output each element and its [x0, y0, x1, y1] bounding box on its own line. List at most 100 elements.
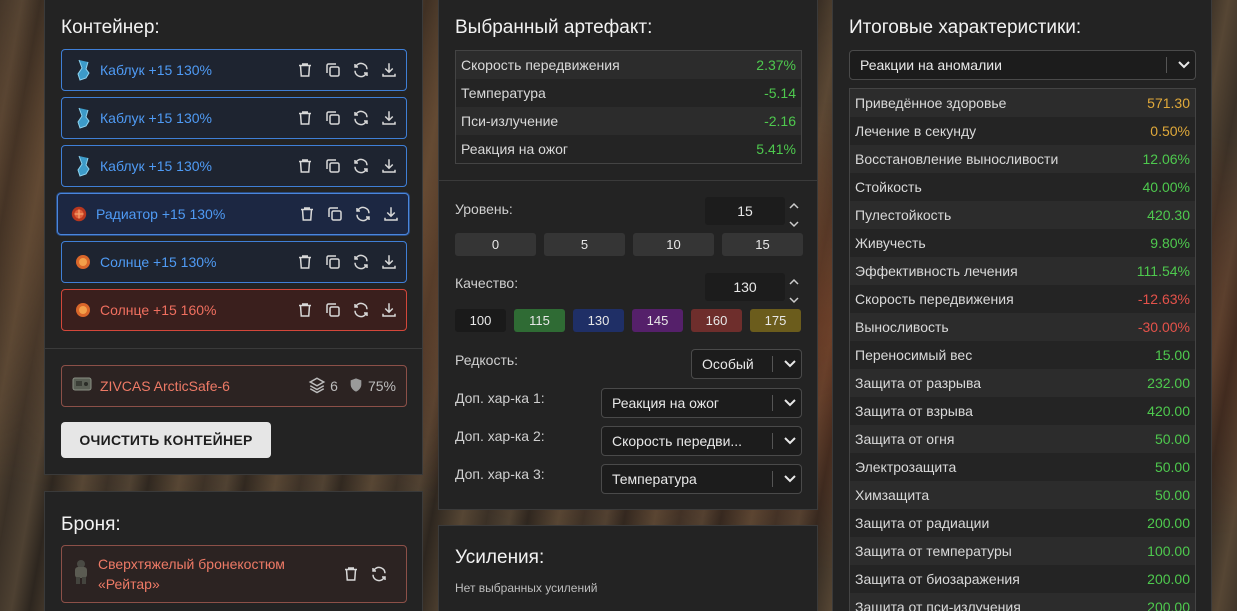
stat-value: 200.00: [1147, 571, 1190, 587]
copy-icon[interactable]: [324, 109, 342, 127]
extra2-select[interactable]: Скорость передви...: [601, 426, 802, 456]
chevron-down-icon[interactable]: [1173, 61, 1195, 69]
stat-name: Защита от пси-излучения: [855, 599, 1021, 611]
copy-icon[interactable]: [324, 253, 342, 271]
quality-preset-button[interactable]: 115: [514, 309, 565, 332]
stat-row: Выносливость -30.00%: [850, 313, 1195, 341]
chevron-down-icon[interactable]: [789, 215, 799, 233]
level-preset-button[interactable]: 10: [633, 233, 714, 256]
selected-artifact-title: Выбранный артефакт:: [455, 17, 653, 38]
level-preset-button[interactable]: 5: [544, 233, 625, 256]
quality-preset-button[interactable]: 160: [691, 309, 742, 332]
totals-title: Итоговые характеристики:: [849, 17, 1082, 38]
swap-icon[interactable]: [352, 61, 370, 79]
trash-icon[interactable]: [342, 565, 360, 583]
stat-row: Защита от биозаражения 200.00: [850, 565, 1195, 593]
copy-icon[interactable]: [324, 157, 342, 175]
chevron-down-icon[interactable]: [789, 291, 799, 309]
artifact-row[interactable]: Каблук +15 130%: [61, 49, 407, 91]
totals-filter-value: Реакции на аномалии: [860, 57, 1002, 73]
copy-icon[interactable]: [326, 205, 344, 223]
artifact-label: Солнце +15 160%: [100, 302, 217, 318]
swap-icon[interactable]: [354, 205, 372, 223]
download-icon[interactable]: [382, 205, 400, 223]
copy-icon[interactable]: [324, 61, 342, 79]
extra3-select-value: Температура: [612, 471, 697, 487]
chevron-down-icon[interactable]: [779, 475, 801, 483]
rarity-select-value: Особый: [702, 356, 754, 372]
chevron-up-icon[interactable]: [789, 197, 799, 215]
swap-icon[interactable]: [352, 253, 370, 271]
select-divider: [772, 433, 773, 449]
armor-actions: [342, 565, 388, 583]
chevron-up-icon[interactable]: [789, 273, 799, 291]
totals-filter-select[interactable]: Реакции на аномалии: [849, 50, 1196, 80]
select-divider: [772, 471, 773, 487]
trash-icon[interactable]: [296, 157, 314, 175]
stat-value: 200.00: [1147, 515, 1190, 531]
extra1-select-value: Реакция на ожог: [612, 395, 720, 411]
armor-item-row[interactable]: Сверхтяжелый бронекостюм «Рейтар»: [61, 545, 407, 603]
case-slots: 6: [308, 376, 338, 397]
totals-stats-table: Приведённое здоровье 571.30 Лечение в секу…: [849, 88, 1196, 611]
quality-preset-button[interactable]: 145: [632, 309, 683, 332]
swap-icon[interactable]: [352, 301, 370, 319]
stat-value: 571.30: [1147, 95, 1190, 111]
artifact-row[interactable]: Каблук +15 130%: [61, 97, 407, 139]
stat-row: Приведённое здоровье 571.30: [850, 89, 1195, 117]
download-icon[interactable]: [380, 109, 398, 127]
boosts-panel: Усиления: Нет выбранных усилений: [438, 525, 818, 611]
stat-name: Лечение в секунду: [855, 123, 977, 139]
copy-icon[interactable]: [324, 301, 342, 319]
case-protection-value: 75%: [367, 378, 396, 394]
quality-stepper[interactable]: [788, 273, 800, 304]
rarity-select[interactable]: Особый: [691, 349, 802, 379]
stat-value: 232.00: [1147, 375, 1190, 391]
quality-input[interactable]: 130: [705, 273, 785, 301]
chevron-down-icon[interactable]: [779, 360, 801, 368]
extra3-select[interactable]: Температура: [601, 464, 802, 494]
download-icon[interactable]: [380, 253, 398, 271]
download-icon[interactable]: [380, 61, 398, 79]
level-stepper[interactable]: [788, 197, 800, 228]
stat-name: Живучесть: [855, 235, 926, 251]
level-preset-button[interactable]: 0: [455, 233, 536, 256]
trash-icon[interactable]: [296, 61, 314, 79]
artifact-row[interactable]: Солнце +15 130%: [61, 241, 407, 283]
chevron-down-icon[interactable]: [779, 437, 801, 445]
shield-icon: [348, 376, 364, 397]
armor-item-label: Сверхтяжелый бронекостюм «Рейтар»: [98, 554, 342, 594]
trash-icon[interactable]: [296, 301, 314, 319]
swap-icon[interactable]: [352, 157, 370, 175]
container-panel: Контейнер: Каблук +15 130% Каблук +15 130…: [44, 0, 423, 475]
artifact-row[interactable]: Солнце +15 160%: [61, 289, 407, 331]
stat-value: 420.00: [1147, 403, 1190, 419]
stat-row: Защита от радиации 200.00: [850, 509, 1195, 537]
stat-name: Реакция на ожог: [461, 141, 569, 157]
extra3-label: Доп. хар-ка 3:: [455, 466, 545, 482]
quality-preset-button[interactable]: 100: [455, 309, 506, 332]
heel-artifact-icon: [74, 155, 92, 177]
swap-icon[interactable]: [352, 109, 370, 127]
artifact-row[interactable]: Каблук +15 130%: [61, 145, 407, 187]
level-input[interactable]: 15: [705, 197, 785, 225]
clear-container-button[interactable]: ОЧИСТИТЬ КОНТЕЙНЕР: [61, 422, 271, 458]
chevron-down-icon[interactable]: [779, 399, 801, 407]
download-icon[interactable]: [380, 301, 398, 319]
select-divider: [1166, 57, 1167, 73]
armor-title: Броня:: [61, 514, 121, 535]
artifact-row[interactable]: Радиатор +15 130%: [57, 193, 409, 235]
level-preset-button[interactable]: 15: [722, 233, 803, 256]
stat-row: Защита от пси-излучения 200.00: [850, 593, 1195, 611]
trash-icon[interactable]: [296, 109, 314, 127]
artifact-actions: [296, 301, 398, 319]
extra1-select[interactable]: Реакция на ожог: [601, 388, 802, 418]
trash-icon[interactable]: [296, 253, 314, 271]
container-case-row[interactable]: ZIVCAS ArcticSafe-6 6 75%: [61, 365, 407, 407]
quality-preset-button[interactable]: 175: [750, 309, 801, 332]
quality-preset-button[interactable]: 130: [573, 309, 624, 332]
swap-icon[interactable]: [370, 565, 388, 583]
download-icon[interactable]: [380, 157, 398, 175]
trash-icon[interactable]: [298, 205, 316, 223]
stat-row: Пси-излучение -2.16: [456, 107, 801, 135]
